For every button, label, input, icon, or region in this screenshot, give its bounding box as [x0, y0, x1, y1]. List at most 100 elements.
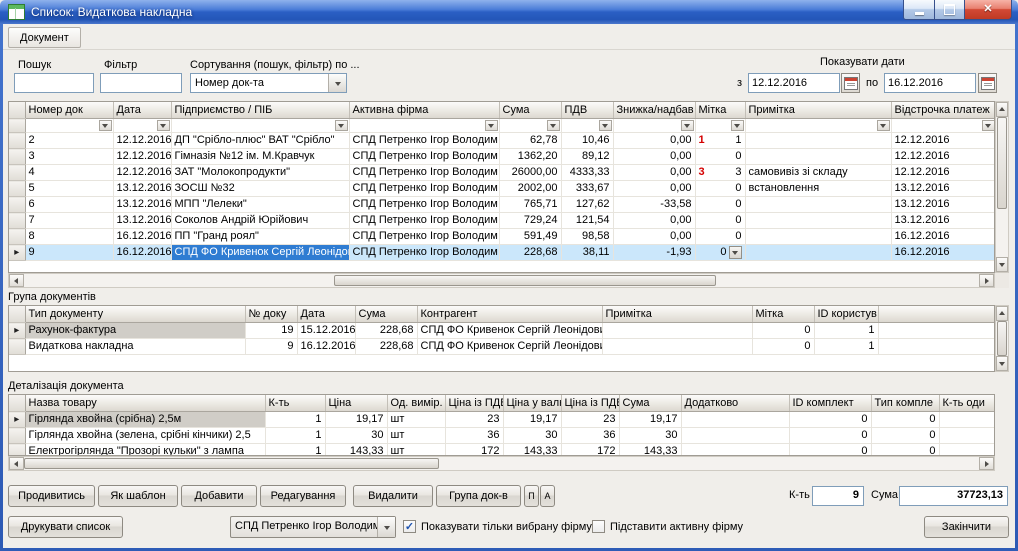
col-firm[interactable]: Активна фірма	[349, 102, 499, 119]
document-row[interactable]: 3 12.12.2016 Гімназія №12 ім. М.Кравчук …	[9, 149, 995, 165]
filter-cell[interactable]	[745, 119, 891, 133]
date-to-calendar-button[interactable]	[978, 73, 997, 93]
filter-cell[interactable]	[613, 119, 695, 133]
document-row-selected[interactable]: 9 16.12.2016 СПД ФО Кривенок Сергій Леон…	[9, 245, 995, 261]
col-user-id[interactable]: ID користув	[814, 306, 878, 323]
group-row[interactable]: Видаткова накладна 9 16.12.2016 228,68 С…	[9, 339, 995, 355]
col-kit-type[interactable]: Тип компле	[871, 395, 939, 412]
a-button[interactable]: А	[540, 485, 555, 507]
col-price[interactable]: Ціна	[325, 395, 387, 412]
maximize-button[interactable]	[935, 0, 964, 20]
scroll-track[interactable]	[996, 321, 1008, 356]
col-note[interactable]: Примітка	[745, 102, 891, 119]
filter-input[interactable]	[100, 73, 182, 93]
sort-dropdown-icon[interactable]	[328, 74, 346, 92]
col-note[interactable]: Примітка	[602, 306, 752, 323]
filter-cell[interactable]	[171, 119, 349, 133]
detail-row[interactable]: Гірлянда хвойна (срібна) 2,5м 1 19,17 шт…	[9, 412, 995, 428]
col-company[interactable]: Підприємство / ПІБ	[171, 102, 349, 119]
filter-cell[interactable]	[499, 119, 561, 133]
scroll-left-button[interactable]	[9, 274, 24, 287]
col-extra[interactable]: Додатково	[681, 395, 789, 412]
scroll-track[interactable]	[996, 117, 1008, 257]
scroll-thumb[interactable]	[997, 321, 1007, 356]
col-date[interactable]: Дата	[113, 102, 171, 119]
scroll-up-button[interactable]	[996, 306, 1008, 321]
filter-dropdown-icon[interactable]	[599, 120, 612, 131]
filter-dropdown-icon[interactable]	[731, 120, 744, 131]
filter-cell[interactable]	[113, 119, 171, 133]
detail-row[interactable]: Гірлянда хвойна (зелена, срібні кінчики)…	[9, 428, 995, 444]
date-from-input[interactable]	[748, 73, 840, 93]
col-doc-type[interactable]: Тип документу	[25, 306, 245, 323]
document-row[interactable]: 2 12.12.2016 ДП "Срібло-плюс" ВАТ "Срібл…	[9, 133, 995, 149]
group-row[interactable]: Рахунок-фактура 19 15.12.2016 228,68 СПД…	[9, 323, 995, 339]
col-discount[interactable]: Знижка/надбав	[613, 102, 695, 119]
filter-dropdown-icon[interactable]	[877, 120, 890, 131]
scroll-track[interactable]	[24, 274, 979, 287]
date-to-input[interactable]	[884, 73, 976, 93]
col-doc-number[interactable]: Номер док	[25, 102, 113, 119]
filter-cell[interactable]	[561, 119, 613, 133]
filter-dropdown-icon[interactable]	[157, 120, 170, 131]
document-row[interactable]: 6 13.12.2016 МПП "Лелеки" СПД Петренко І…	[9, 197, 995, 213]
col-price-vat[interactable]: Ціна із ПДВ	[445, 395, 503, 412]
as-template-button[interactable]: Як шаблон	[98, 485, 178, 507]
document-row[interactable]: 5 13.12.2016 ЗОСШ №32 СПД Петренко Ігор …	[9, 181, 995, 197]
scroll-down-button[interactable]	[996, 257, 1008, 272]
print-list-button[interactable]: Друкувати список	[8, 516, 123, 538]
view-button[interactable]: Продивитись	[8, 485, 95, 507]
col-mark[interactable]: Мітка	[695, 102, 745, 119]
edit-button[interactable]: Редагування	[260, 485, 346, 507]
document-row[interactable]: 4 12.12.2016 ЗАТ "Молокопродукти" СПД Пе…	[9, 165, 995, 181]
scroll-thumb[interactable]	[997, 117, 1007, 209]
scroll-up-button[interactable]	[996, 102, 1008, 117]
col-deferral[interactable]: Відстрочка платеж	[891, 102, 995, 119]
filter-dropdown-icon[interactable]	[485, 120, 498, 131]
filter-dropdown-icon[interactable]	[335, 120, 348, 131]
col-qty[interactable]: К-ть	[265, 395, 325, 412]
col-price-vat2[interactable]: Ціна із ПДВ	[561, 395, 619, 412]
documents-vertical-scrollbar[interactable]	[995, 101, 1009, 273]
menu-document[interactable]: Документ	[8, 27, 81, 48]
filter-cell[interactable]	[891, 119, 995, 133]
col-date[interactable]: Дата	[297, 306, 355, 323]
filter-cell[interactable]	[25, 119, 113, 133]
group-vertical-scrollbar[interactable]	[995, 305, 1009, 372]
col-doc-num[interactable]: № доку	[245, 306, 297, 323]
col-product-name[interactable]: Назва товару	[25, 395, 265, 412]
scroll-thumb[interactable]	[24, 458, 439, 469]
col-sum[interactable]: Сума	[619, 395, 681, 412]
mark-dropdown-button[interactable]	[729, 246, 742, 259]
filter-dropdown-icon[interactable]	[681, 120, 694, 131]
sort-combobox[interactable]: Номер док-та	[190, 73, 347, 93]
scroll-track[interactable]	[24, 457, 979, 470]
documents-horizontal-scrollbar[interactable]	[8, 273, 995, 288]
scroll-right-button[interactable]	[979, 457, 994, 470]
col-unit[interactable]: Од. вимір.	[387, 395, 445, 412]
delete-button[interactable]: Видалити	[353, 485, 433, 507]
col-kit-id[interactable]: ID комплект	[789, 395, 871, 412]
scroll-right-button[interactable]	[979, 274, 994, 287]
minimize-button[interactable]	[903, 0, 935, 20]
col-sum[interactable]: Сума	[499, 102, 561, 119]
filter-cell[interactable]	[349, 119, 499, 133]
scroll-thumb[interactable]	[334, 275, 716, 286]
filter-dropdown-icon[interactable]	[99, 120, 112, 131]
firm-combobox[interactable]: СПД Петренко Ігор Володими	[230, 516, 396, 538]
document-row[interactable]: 8 16.12.2016 ПП "Гранд роял" СПД Петренк…	[9, 229, 995, 245]
close-button[interactable]: ✕	[964, 0, 1012, 20]
filter-dropdown-icon[interactable]	[982, 120, 995, 131]
col-vat[interactable]: ПДВ	[561, 102, 613, 119]
document-row[interactable]: 7 13.12.2016 Соколов Андрій Юрійович СПД…	[9, 213, 995, 229]
firm-dropdown-icon[interactable]	[377, 517, 395, 537]
scroll-down-button[interactable]	[996, 356, 1008, 371]
group-docs-button[interactable]: Група док-в	[436, 485, 521, 507]
col-contragent[interactable]: Контрагент	[417, 306, 602, 323]
filter-cell[interactable]	[695, 119, 745, 133]
date-from-calendar-button[interactable]	[841, 73, 860, 93]
detail-row[interactable]: Електрогірлянда "Прозорі кульки" з лампа…	[9, 444, 995, 457]
show-only-firm-checkbox[interactable]: ✓	[403, 520, 416, 533]
search-input[interactable]	[14, 73, 94, 93]
col-sum[interactable]: Сума	[355, 306, 417, 323]
